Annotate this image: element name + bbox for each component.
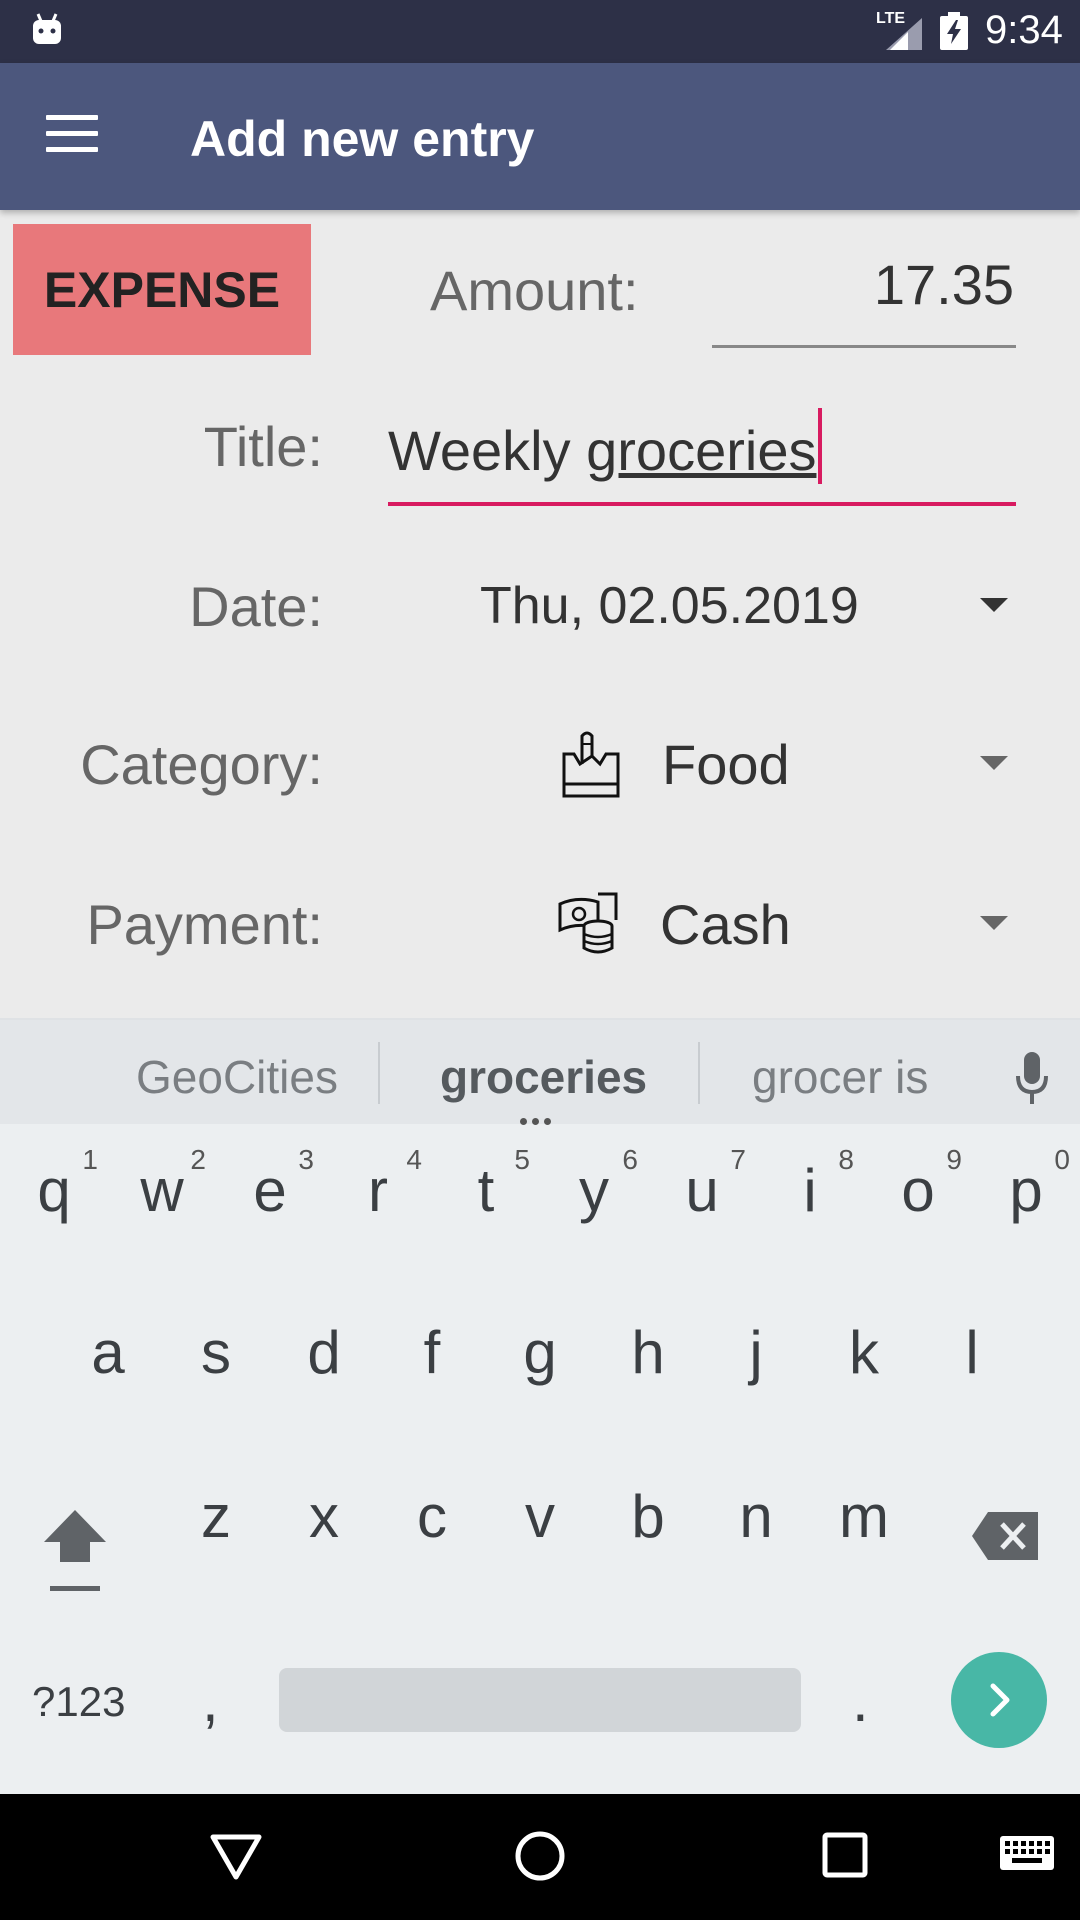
key-i[interactable]: i8: [760, 1144, 860, 1225]
battery-charging-icon: [940, 12, 968, 50]
keyboard-switch-icon[interactable]: [1000, 1836, 1054, 1874]
key-x[interactable]: x: [274, 1482, 374, 1551]
payment-select[interactable]: Cash: [660, 892, 791, 957]
key-p[interactable]: p0: [976, 1144, 1076, 1225]
recents-icon[interactable]: [822, 1832, 868, 1878]
date-label: Date:: [189, 575, 323, 638]
amount-field[interactable]: 17.35: [712, 252, 1016, 348]
key-u[interactable]: u7: [652, 1144, 752, 1225]
next-key[interactable]: [951, 1652, 1047, 1748]
android-notification-icon: [33, 13, 61, 44]
more-suggestions-icon[interactable]: [520, 1112, 560, 1125]
key-r[interactable]: r4: [328, 1144, 428, 1225]
key-f[interactable]: f: [382, 1318, 482, 1387]
status-bar: LTE 9:34: [0, 0, 1080, 63]
chevron-right-icon: [990, 1683, 1010, 1717]
text-cursor: [818, 408, 823, 484]
key-v[interactable]: v: [490, 1482, 590, 1551]
back-icon[interactable]: [210, 1834, 262, 1880]
category-dropdown-icon[interactable]: [980, 756, 1008, 770]
category-label: Category:: [80, 733, 323, 796]
key-e[interactable]: e3: [220, 1144, 320, 1225]
cash-coins-icon: [558, 892, 618, 954]
period-key[interactable]: .: [852, 1666, 869, 1735]
soft-keyboard: GeoCities groceries grocer is q1 w2 e3 r…: [0, 1018, 1080, 1794]
key-s[interactable]: s: [166, 1318, 266, 1387]
suggestion-right[interactable]: grocer is: [752, 1050, 928, 1104]
key-d[interactable]: d: [274, 1318, 374, 1387]
amount-label: Amount:: [430, 259, 639, 322]
title-text: Weekly: [388, 419, 587, 482]
shift-icon[interactable]: [42, 1506, 108, 1596]
navigation-bar: [0, 1794, 1080, 1920]
comma-key[interactable]: ,: [202, 1666, 219, 1735]
title-composing-text: groceries: [586, 419, 817, 482]
key-o[interactable]: o9: [868, 1144, 968, 1225]
home-icon[interactable]: [514, 1830, 566, 1882]
key-g[interactable]: g: [490, 1318, 590, 1387]
key-h[interactable]: h: [598, 1318, 698, 1387]
key-k[interactable]: k: [814, 1318, 914, 1387]
payment-dropdown-icon[interactable]: [980, 916, 1008, 930]
grocery-bag-icon: [562, 731, 620, 798]
title-label: Title:: [203, 415, 323, 478]
suggestion-divider: [698, 1042, 700, 1104]
key-m[interactable]: m: [814, 1482, 914, 1551]
suggestion-divider: [378, 1042, 380, 1104]
app-bar: Add new entry: [0, 63, 1080, 210]
key-l[interactable]: l: [922, 1318, 1022, 1387]
space-bar[interactable]: [279, 1668, 801, 1732]
date-dropdown-icon[interactable]: [980, 598, 1008, 612]
key-b[interactable]: b: [598, 1482, 698, 1551]
expense-toggle-button[interactable]: EXPENSE: [13, 224, 311, 355]
key-c[interactable]: c: [382, 1482, 482, 1551]
key-q[interactable]: q1: [4, 1144, 104, 1225]
suggestion-left[interactable]: GeoCities: [136, 1050, 338, 1104]
menu-icon[interactable]: [46, 115, 98, 153]
category-select[interactable]: Food: [662, 732, 790, 797]
key-y[interactable]: y6: [544, 1144, 644, 1225]
key-j[interactable]: j: [706, 1318, 806, 1387]
key-a[interactable]: a: [58, 1318, 158, 1387]
title-field[interactable]: Weekly groceries: [388, 408, 1016, 506]
signal-icon: [886, 18, 922, 50]
suggestion-center[interactable]: groceries: [440, 1050, 647, 1104]
suggestion-strip: GeoCities groceries grocer is: [0, 1018, 1080, 1125]
microphone-icon[interactable]: [1012, 1050, 1052, 1106]
key-t[interactable]: t5: [436, 1144, 536, 1225]
payment-label: Payment:: [86, 893, 323, 956]
key-z[interactable]: z: [166, 1482, 266, 1551]
page-title: Add new entry: [190, 111, 535, 167]
symbols-key[interactable]: ?123: [32, 1678, 125, 1726]
key-n[interactable]: n: [706, 1482, 806, 1551]
date-picker[interactable]: Thu, 02.05.2019: [480, 576, 859, 636]
key-w[interactable]: w2: [112, 1144, 212, 1225]
backspace-icon[interactable]: [972, 1512, 1038, 1560]
clock: 9:34: [985, 8, 1063, 52]
